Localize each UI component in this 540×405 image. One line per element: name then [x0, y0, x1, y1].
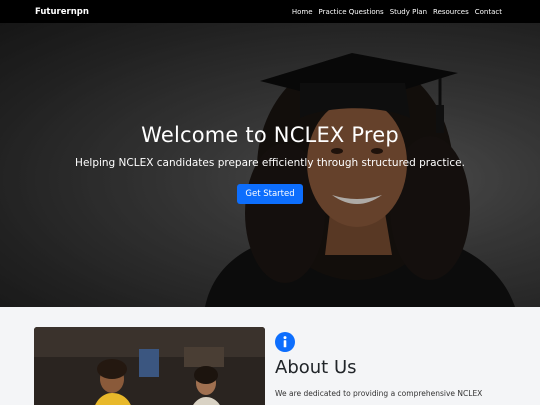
nav-link-practice-questions[interactable]: Practice Questions: [319, 8, 384, 16]
nav-link-study-plan[interactable]: Study Plan: [390, 8, 427, 16]
hero-title: Welcome to NCLEX Prep: [141, 123, 399, 147]
about-title: About Us: [275, 357, 357, 378]
top-navbar: Futurernpn Home Practice Questions Study…: [0, 0, 540, 23]
nav-link-contact[interactable]: Contact: [475, 8, 502, 16]
info-circle-icon: [275, 332, 295, 352]
nav-link-home[interactable]: Home: [292, 8, 313, 16]
about-students-photo: [34, 327, 265, 405]
nav-link-resources[interactable]: Resources: [433, 8, 469, 16]
hero-content: Welcome to NCLEX Prep Helping NCLEX cand…: [0, 123, 540, 204]
about-description: We are dedicated to providing a comprehe…: [275, 389, 483, 398]
nav-links: Home Practice Questions Study Plan Resou…: [292, 8, 502, 16]
hero-section: Welcome to NCLEX Prep Helping NCLEX cand…: [0, 23, 540, 307]
hero-subtitle: Helping NCLEX candidates prepare efficie…: [75, 157, 465, 169]
get-started-button[interactable]: Get Started: [237, 184, 303, 204]
brand-logo-link[interactable]: Futurernpn: [35, 7, 89, 17]
about-section: About Us We are dedicated to providing a…: [0, 307, 540, 405]
